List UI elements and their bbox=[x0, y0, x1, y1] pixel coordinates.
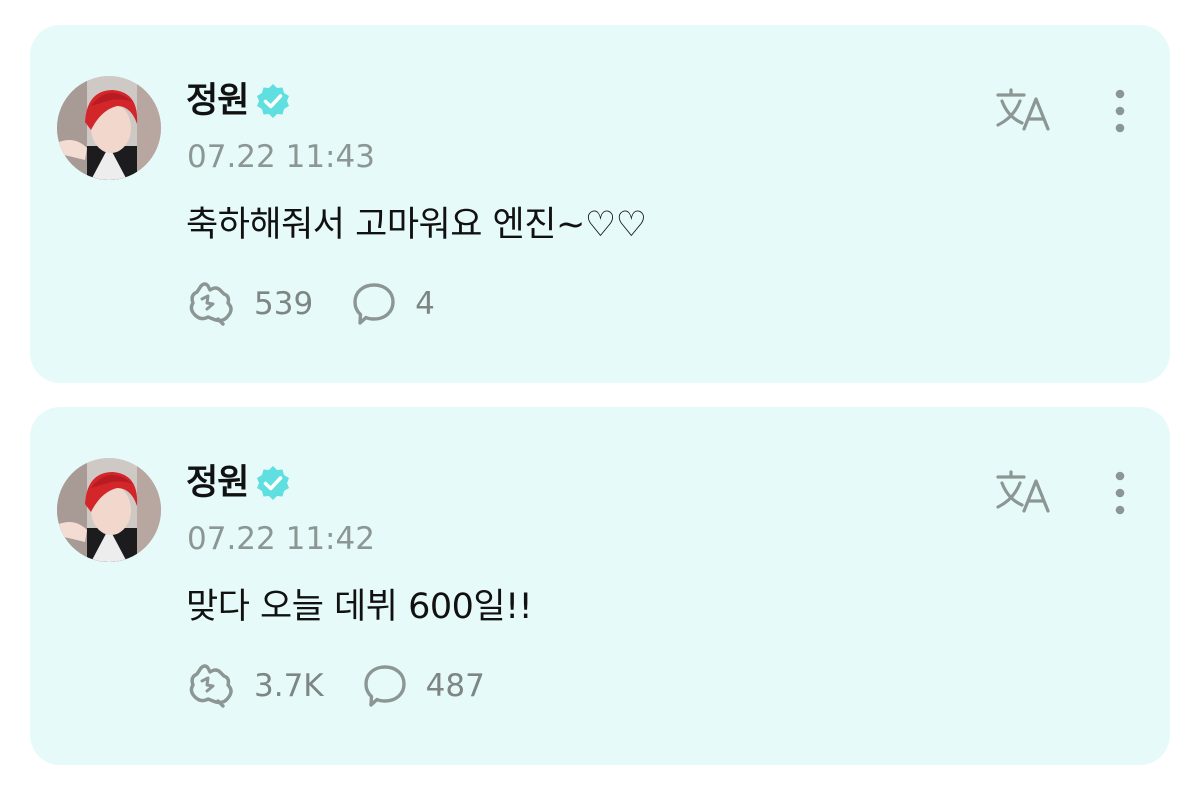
more-options-button[interactable] bbox=[1105, 469, 1135, 521]
post-card[interactable]: 정원 07.22 11:42 맞다 오늘 데뷔 600일!! 3.7K 487 bbox=[30, 407, 1170, 765]
author-name[interactable]: 정원 bbox=[186, 79, 249, 123]
translate-icon bbox=[996, 88, 1050, 131]
comment-count: 487 bbox=[425, 668, 485, 704]
author-name[interactable]: 정원 bbox=[186, 461, 249, 505]
verified-badge-icon bbox=[254, 464, 292, 502]
like-count: 539 bbox=[254, 286, 314, 322]
more-vertical-icon bbox=[1115, 471, 1125, 515]
comment-count: 4 bbox=[415, 286, 435, 322]
post-actions: 539 4 bbox=[186, 281, 473, 327]
like-button[interactable]: 539 bbox=[186, 281, 313, 327]
like-button[interactable]: 3.7K bbox=[186, 663, 324, 709]
verified-badge-icon bbox=[254, 82, 292, 120]
more-options-button[interactable] bbox=[1105, 87, 1135, 139]
cheer-hand-icon bbox=[189, 664, 233, 708]
author-row: 정원 bbox=[186, 79, 292, 123]
comment-button[interactable]: 487 bbox=[362, 663, 485, 709]
comment-bubble-icon bbox=[353, 283, 395, 325]
post-card[interactable]: 정원 07.22 11:43 축하해줘서 고마워요 엔진~♡♡ 539 4 bbox=[30, 25, 1170, 383]
post-actions: 3.7K 487 bbox=[186, 663, 523, 709]
like-count: 3.7K bbox=[254, 668, 324, 704]
avatar[interactable] bbox=[57, 76, 161, 180]
cheer-hand-icon bbox=[189, 282, 233, 326]
post-text: 축하해줘서 고마워요 엔진~♡♡ bbox=[186, 205, 647, 245]
comment-bubble-icon bbox=[363, 665, 406, 707]
post-timestamp: 07.22 11:42 bbox=[187, 521, 375, 557]
translate-button[interactable] bbox=[994, 469, 1054, 515]
author-row: 정원 bbox=[186, 461, 292, 505]
translate-icon bbox=[996, 470, 1050, 513]
avatar[interactable] bbox=[57, 458, 161, 562]
comment-button[interactable]: 4 bbox=[351, 281, 435, 327]
post-text: 맞다 오늘 데뷔 600일!! bbox=[186, 587, 533, 627]
translate-button[interactable] bbox=[994, 87, 1054, 133]
more-vertical-icon bbox=[1115, 89, 1125, 133]
post-timestamp: 07.22 11:43 bbox=[187, 139, 375, 175]
